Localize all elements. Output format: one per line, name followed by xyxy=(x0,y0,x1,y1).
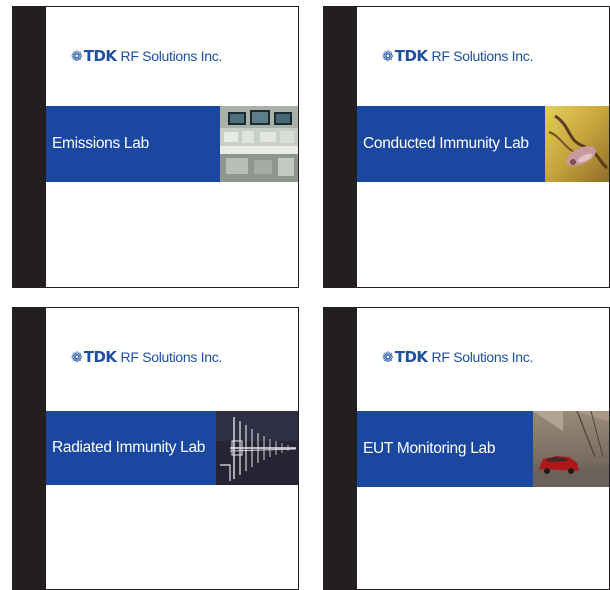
cover-spine xyxy=(13,308,46,589)
cd-cover-eut-monitoring-lab[interactable]: ❁ TDK RF Solutions Inc. EUT Monitoring L… xyxy=(323,307,610,590)
lab-title: Emissions Lab xyxy=(52,135,149,152)
logo-brand-name: TDK xyxy=(83,47,117,65)
tdk-flower-icon: ❁ xyxy=(71,350,83,366)
cover-spine xyxy=(324,308,357,589)
logo-brand-name: TDK xyxy=(394,348,428,366)
tdk-flower-icon: ❁ xyxy=(382,49,394,65)
tdk-logo: ❁ TDK RF Solutions Inc. xyxy=(382,47,533,65)
logo-company-name: RF Solutions Inc. xyxy=(120,48,223,64)
tdk-flower-icon: ❁ xyxy=(71,49,83,65)
tdk-logo: ❁ TDK RF Solutions Inc. xyxy=(71,47,222,65)
cd-cover-radiated-immunity-lab[interactable]: ❁ TDK RF Solutions Inc. Radiated Immunit… xyxy=(12,307,299,590)
title-band: Emissions Lab xyxy=(46,106,298,182)
control-room-monitors-photo xyxy=(220,106,298,182)
logo-brand-name: TDK xyxy=(394,47,428,65)
cover-spine xyxy=(324,7,357,287)
title-band: EUT Monitoring Lab xyxy=(357,411,609,487)
lab-title: EUT Monitoring Lab xyxy=(363,440,496,457)
title-band: Radiated Immunity Lab xyxy=(46,411,298,485)
log-periodic-antenna-photo xyxy=(216,411,298,485)
title-band: Conducted Immunity Lab xyxy=(357,106,609,182)
tdk-logo: ❁ TDK RF Solutions Inc. xyxy=(71,348,222,366)
tdk-flower-icon: ❁ xyxy=(382,350,394,366)
lab-title: Radiated Immunity Lab xyxy=(52,439,206,456)
cd-cover-emissions-lab[interactable]: ❁ TDK RF Solutions Inc. Emissions Lab xyxy=(12,6,299,288)
cd-cover-conducted-immunity-lab[interactable]: ❁ TDK RF Solutions Inc. Conducted Immuni… xyxy=(323,6,610,288)
tdk-logo: ❁ TDK RF Solutions Inc. xyxy=(382,348,533,366)
cover-spine xyxy=(13,7,46,287)
logo-company-name: RF Solutions Inc. xyxy=(431,349,534,365)
logo-company-name: RF Solutions Inc. xyxy=(431,48,534,64)
cable-coupling-clamp-photo xyxy=(545,106,609,182)
logo-brand-name: TDK xyxy=(83,348,117,366)
logo-company-name: RF Solutions Inc. xyxy=(120,349,223,365)
lab-title: Conducted Immunity Lab xyxy=(363,135,529,152)
vehicle-chamber-photo xyxy=(533,411,609,487)
